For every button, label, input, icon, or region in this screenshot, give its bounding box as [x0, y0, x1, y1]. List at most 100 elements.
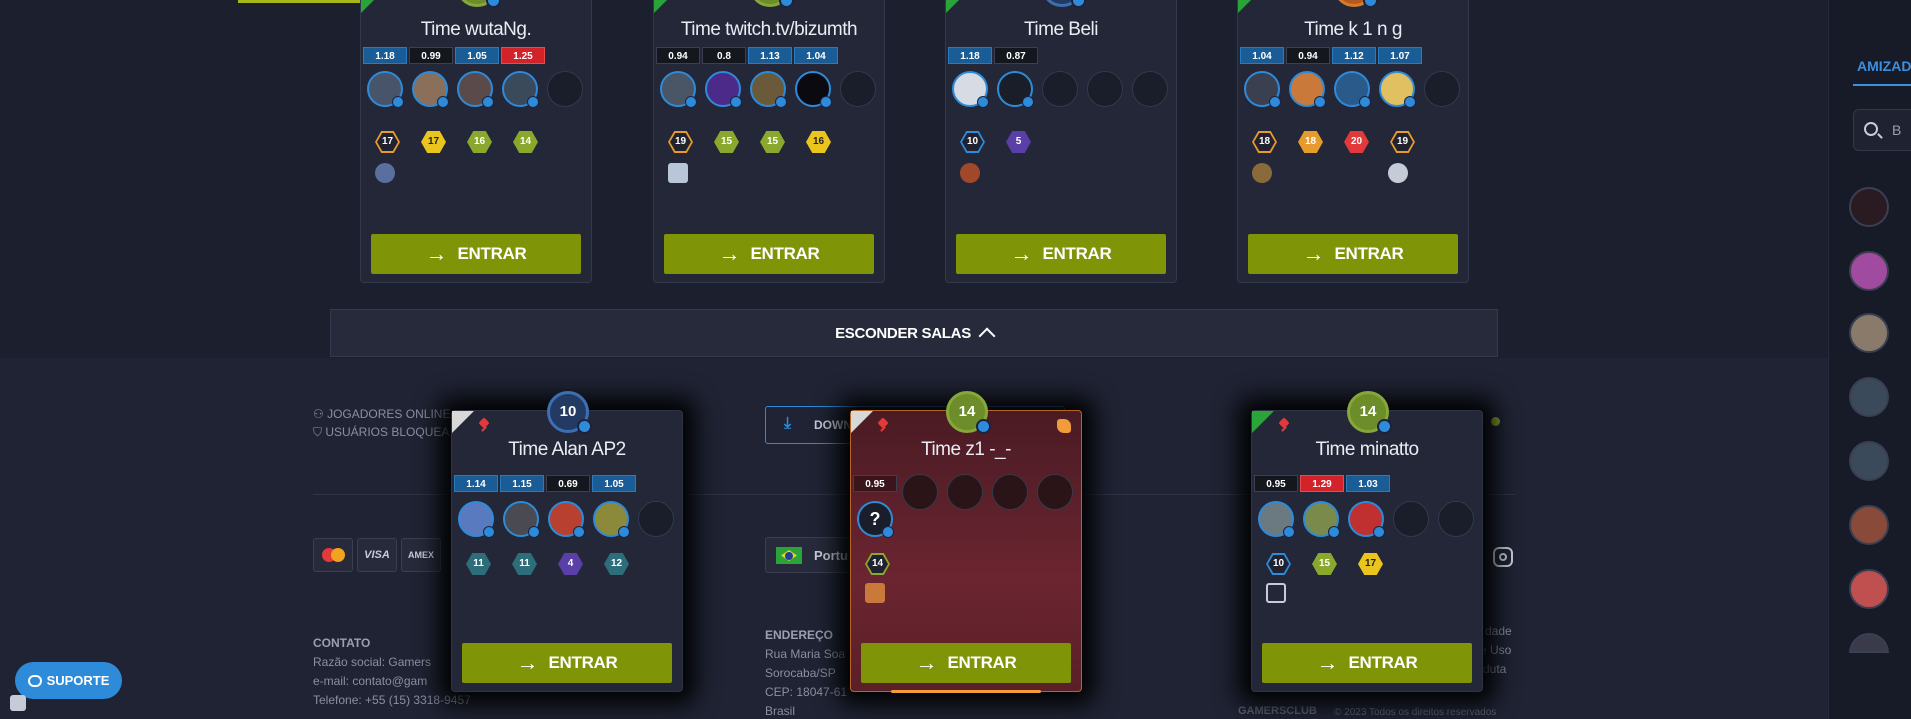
player-avatar[interactable]: [1334, 71, 1371, 108]
empty-slot[interactable]: [947, 474, 983, 510]
chat-icon: [27, 674, 42, 687]
empty-slot[interactable]: [902, 474, 938, 510]
player-list: [660, 71, 876, 108]
amex-icon: AMEX: [401, 538, 441, 572]
rating: 0.87: [994, 47, 1038, 64]
pin-icon: [478, 419, 490, 431]
room-card: 19 Time k 1 n g 1.04 0.94 1.12 1.07 18 1…: [1237, 0, 1469, 283]
empty-slot[interactable]: [1132, 71, 1168, 107]
player-level: 10: [1266, 553, 1291, 575]
flag-icon: [452, 411, 474, 433]
rating: 1.15: [500, 475, 544, 492]
player-avatar[interactable]: [660, 71, 697, 108]
instagram-icon[interactable]: [1493, 547, 1513, 567]
friend-avatar[interactable]: [1849, 569, 1889, 609]
player-avatar[interactable]: [997, 71, 1034, 108]
player-avatar[interactable]: [952, 71, 989, 108]
friends-sidebar: AMIZAD B: [1828, 0, 1911, 719]
player-avatar[interactable]: [795, 71, 832, 108]
rating-row: 0.94 0.8 1.13 1.04: [656, 47, 838, 64]
player-avatar[interactable]: [457, 71, 494, 108]
rating: 1.18: [363, 47, 407, 64]
player-avatar[interactable]: [458, 501, 495, 538]
flag-icon: [1252, 411, 1274, 433]
player-level: 16: [806, 131, 831, 153]
player-avatar[interactable]: [593, 501, 630, 538]
medal-icon: [1266, 583, 1286, 603]
support-button[interactable]: SUPORTE: [15, 662, 122, 699]
player-avatar[interactable]: [412, 71, 449, 108]
footer-link[interactable]: duta: [1483, 662, 1506, 676]
room-title: Time wutaNg.: [420, 19, 532, 40]
friend-avatar[interactable]: [1849, 251, 1889, 291]
rating: 0.95: [1254, 475, 1298, 492]
trophy-icon: [865, 583, 885, 603]
empty-slot[interactable]: [992, 474, 1028, 510]
empty-slot[interactable]: [840, 71, 876, 107]
enter-room-button[interactable]: → ENTRAR: [664, 234, 874, 274]
player-avatar[interactable]: ?: [857, 501, 894, 538]
player-avatar[interactable]: [1348, 501, 1385, 538]
room-card: 16 Time wutaNg. 1.18 0.99 1.05 1.25 17 1…: [360, 0, 592, 283]
player-level: 12: [604, 553, 629, 575]
tab-friends[interactable]: AMIZAD: [1857, 58, 1911, 74]
friend-avatar[interactable]: [1849, 187, 1889, 227]
level-list: 18 18 20 19: [1252, 131, 1415, 153]
friend-avatar[interactable]: [1849, 505, 1889, 545]
enter-room-button[interactable]: → ENTRAR: [861, 643, 1071, 683]
player-list: [1244, 71, 1460, 108]
player-avatar[interactable]: [503, 501, 540, 538]
player-avatar[interactable]: [502, 71, 539, 108]
address-line: Brasil: [765, 704, 796, 718]
empty-slot[interactable]: [1424, 71, 1460, 107]
empty-slot[interactable]: [1087, 71, 1123, 107]
player-avatar[interactable]: [1258, 501, 1295, 538]
copyright: © 2023 Todos os direitos reservados: [1334, 707, 1497, 718]
empty-slot[interactable]: [638, 501, 674, 537]
empty-slot[interactable]: [1042, 71, 1078, 107]
enter-room-button[interactable]: → ENTRAR: [462, 643, 672, 683]
rating: 1.18: [948, 47, 992, 64]
rocket-icon: [1057, 419, 1071, 433]
player-avatar[interactable]: [1289, 71, 1326, 108]
level-list: 11 11 4 12: [466, 553, 629, 575]
empty-slot[interactable]: [1393, 501, 1429, 537]
player-level: 4: [558, 553, 583, 575]
status-dot: [1491, 417, 1500, 426]
player-avatar[interactable]: [367, 71, 404, 108]
player-avatar[interactable]: [1244, 71, 1281, 108]
player-avatar[interactable]: [750, 71, 787, 108]
player-avatar[interactable]: [705, 71, 742, 108]
arrow-right-icon: →: [1316, 650, 1339, 675]
app-icon: [10, 695, 26, 711]
friends-search-input[interactable]: B: [1853, 109, 1911, 151]
enter-room-button[interactable]: → ENTRAR: [1262, 643, 1472, 683]
brazil-flag-icon: [776, 547, 802, 564]
rating: 1.05: [592, 475, 636, 492]
hide-rooms-button[interactable]: ESCONDER SALAS: [330, 309, 1498, 357]
enter-room-button[interactable]: → ENTRAR: [956, 234, 1166, 274]
rating-row: 1.14 1.15 0.69 1.05: [454, 475, 636, 492]
player-avatar[interactable]: [1379, 71, 1416, 108]
rating-row: 0.95 1.29 1.03: [1254, 475, 1390, 492]
friend-avatar[interactable]: [1849, 313, 1889, 353]
player-level: 19: [1390, 131, 1415, 153]
enter-room-button[interactable]: → ENTRAR: [1248, 234, 1458, 274]
player-avatar[interactable]: [548, 501, 585, 538]
blocked-users-label[interactable]: ⛉ USUÁRIOS BLOQUEA: [313, 425, 449, 440]
empty-slot[interactable]: [547, 71, 583, 107]
download-icon: ⤓: [784, 415, 792, 432]
friend-avatar[interactable]: [1849, 377, 1889, 417]
room-title: Time k 1 n g: [1304, 19, 1402, 40]
empty-slot[interactable]: [1438, 501, 1474, 537]
footer-link[interactable]: e Uso: [1480, 643, 1511, 657]
friend-avatar[interactable]: [1849, 441, 1889, 481]
player-avatar[interactable]: [1303, 501, 1340, 538]
footer-link[interactable]: dade: [1485, 624, 1512, 638]
flag-icon: [946, 0, 968, 13]
level-list: 17 17 16 14: [375, 131, 538, 153]
empty-slot[interactable]: [1037, 474, 1073, 510]
enter-room-button[interactable]: → ENTRAR: [371, 234, 581, 274]
rating: 1.12: [1332, 47, 1376, 64]
contact-line[interactable]: e-mail: contato@gam: [313, 674, 427, 688]
